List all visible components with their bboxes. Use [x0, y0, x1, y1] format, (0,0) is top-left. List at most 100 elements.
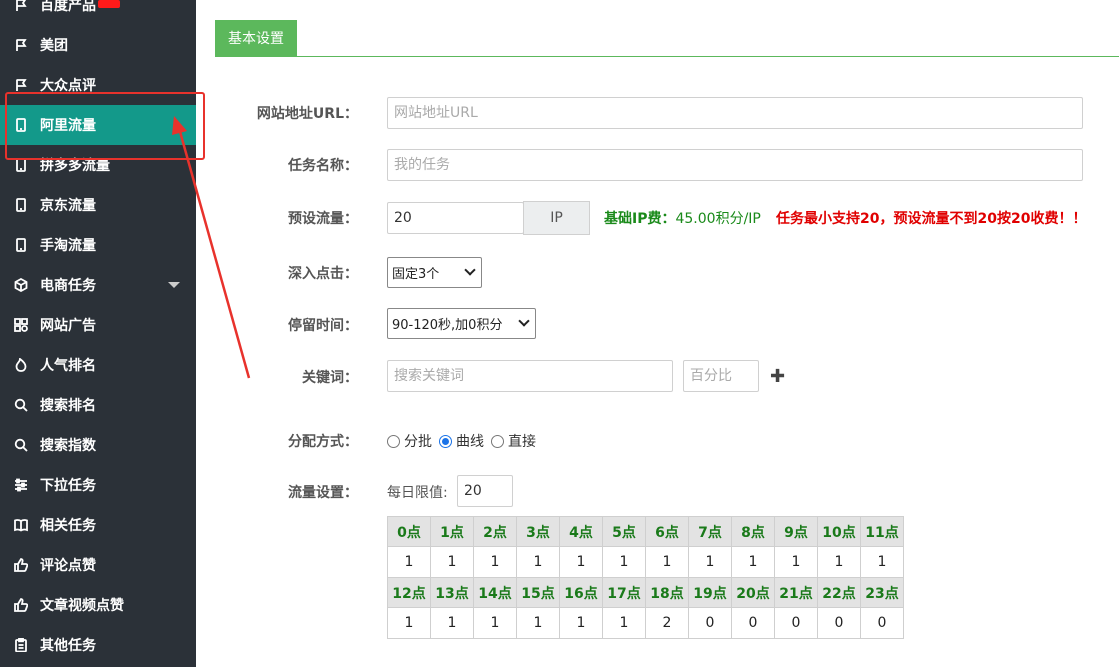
hour-value-cell: 0: [774, 607, 818, 639]
depth-click-select[interactable]: 固定3个: [387, 257, 482, 288]
radio-circle-checked[interactable]: [439, 434, 452, 448]
hourly-traffic-table: 0点 1点 2点 3点 4点 5点 6点 7点 8点 9点 10点 11点 111111111111 …: [387, 516, 904, 639]
keywords-label: 关键词：: [302, 370, 358, 386]
search-icon: [13, 397, 29, 413]
url-input[interactable]: [387, 97, 1083, 129]
depth-click-value: 固定3个: [392, 267, 440, 282]
keyword-input[interactable]: [387, 360, 673, 392]
hour-header-cell: 15点: [516, 577, 560, 608]
sidebar-item-label: 下拉任务: [40, 478, 96, 494]
radio-direct[interactable]: 直接: [491, 431, 536, 451]
hour-header-cell: 18点: [645, 577, 689, 608]
sidebar-item[interactable]: 文章视频点赞: [0, 585, 196, 625]
hour-header-cell: 22点: [817, 577, 861, 608]
hour-value-cell: 0: [860, 607, 904, 639]
search-icon: [13, 437, 29, 453]
hour-value-cell: 1: [516, 607, 560, 639]
hour-value-cell: 1: [602, 546, 646, 578]
hour-header-row: 0点 1点 2点 3点 4点 5点 6点 7点 8点 9点 10点 11点: [387, 516, 904, 547]
book-icon: [13, 517, 29, 533]
base-fee-label: 基础IP费：: [604, 211, 676, 227]
hour-header-cell: 4点: [559, 516, 603, 547]
flag-icon: [13, 37, 29, 53]
stay-time-label: 停留时间：: [288, 318, 358, 334]
radio-batch[interactable]: 分批: [387, 431, 432, 451]
sidebar-item-label: 手淘流量: [40, 238, 96, 254]
hour-header-cell: 23点: [860, 577, 904, 608]
hour-value-cell: 1: [473, 607, 517, 639]
sidebar-item[interactable]: 人气排名: [0, 345, 196, 385]
sidebar-item-label: 大众点评: [40, 78, 96, 94]
hour-value-cell: 1: [602, 607, 646, 639]
sidebar-item-label: 京东流量: [40, 198, 96, 214]
hour-header-cell: 3点: [516, 516, 560, 547]
daily-limit-input[interactable]: [457, 475, 513, 507]
sidebar-item-label: 其他任务: [40, 638, 96, 654]
apps-icon: [13, 317, 29, 333]
thumbs-up-icon: [13, 597, 29, 613]
min-traffic-warning: 任务最小支持20，预设流量不到20按20收费！！: [776, 211, 1087, 227]
sidebar-item[interactable]: 拼多多流量: [0, 145, 196, 185]
tablet-icon: [13, 157, 29, 173]
radio-batch-label: 分批: [404, 434, 432, 450]
base-fee-value: 45.00积分/IP: [675, 211, 761, 227]
radio-circle[interactable]: [491, 434, 504, 448]
sidebar-item[interactable]: 下拉任务: [0, 465, 196, 505]
tab-basic-settings[interactable]: 基本设置: [215, 20, 297, 56]
hour-value-cell: 1: [430, 607, 474, 639]
sidebar-item-label: 人气排名: [40, 358, 96, 374]
hour-header-cell: 7点: [688, 516, 732, 547]
sidebar-item[interactable]: 评论点赞: [0, 545, 196, 585]
tablet-icon: [13, 237, 29, 253]
hour-header-cell: 12点: [387, 577, 431, 608]
hour-header-cell: 19点: [688, 577, 732, 608]
hour-value-cell: 1: [430, 546, 474, 578]
sidebar-item[interactable]: 京东流量: [0, 185, 196, 225]
hour-value-cell: 1: [688, 546, 732, 578]
sidebar-item[interactable]: 搜索指数: [0, 425, 196, 465]
sidebar-item[interactable]: 其他任务: [0, 625, 196, 665]
sidebar-item[interactable]: 手淘流量: [0, 225, 196, 265]
fire-icon: [13, 357, 29, 373]
radio-curve-label: 曲线: [456, 434, 484, 450]
distribution-radio-group: 分批 曲线 直接: [387, 431, 543, 451]
hour-header-cell: 21点: [774, 577, 818, 608]
add-keyword-icon[interactable]: ✚: [770, 366, 785, 387]
hour-value-cell: 1: [860, 546, 904, 578]
hour-header-cell: 10点: [817, 516, 861, 547]
clipboard-icon: [13, 637, 29, 653]
hour-header-cell: 20点: [731, 577, 775, 608]
hour-value-cell: 2: [645, 607, 689, 639]
url-label: 网站地址URL：: [256, 106, 358, 122]
hour-value-row: 111111111111: [387, 546, 904, 578]
task-name-input[interactable]: [387, 149, 1083, 181]
sidebar-item[interactable]: 相关任务: [0, 505, 196, 545]
depth-click-label: 深入点击：: [288, 266, 358, 282]
sidebar-item-label: 文章视频点赞: [40, 598, 124, 614]
hour-header-cell: 17点: [602, 577, 646, 608]
sidebar-item-label: 拼多多流量: [40, 158, 110, 174]
stay-time-select[interactable]: 90-120秒,加0积分: [387, 308, 536, 339]
hour-value-cell: 1: [774, 546, 818, 578]
sidebar-item-label: 百度产品: [40, 0, 96, 14]
sidebar-item-label: 评论点赞: [40, 558, 96, 574]
sidebar-item[interactable]: 网站广告: [0, 305, 196, 345]
tablet-icon: [13, 117, 29, 133]
cube-icon: [13, 277, 29, 293]
sidebar-item[interactable]: 电商任务: [0, 265, 196, 305]
radio-circle[interactable]: [387, 434, 400, 448]
hour-value-cell: 1: [559, 607, 603, 639]
sidebar-item[interactable]: 阿里流量: [0, 105, 196, 145]
traffic-label: 预设流量：: [288, 211, 358, 227]
sidebar-item[interactable]: 大众点评: [0, 65, 196, 105]
sidebar-item[interactable]: 搜索排名: [0, 385, 196, 425]
radio-curve[interactable]: 曲线: [439, 431, 484, 451]
caret-down-icon: [168, 282, 180, 288]
sidebar: 百度产品美团大众点评阿里流量拼多多流量京东流量手淘流量电商任务 网站广告人气排名搜…: [0, 0, 196, 667]
traffic-input[interactable]: [387, 202, 524, 234]
sidebar-item[interactable]: 美团: [0, 25, 196, 65]
traffic-setting-label: 流量设置：: [288, 485, 358, 501]
percent-input[interactable]: [683, 360, 759, 392]
chevron-down-icon: [464, 264, 476, 276]
sidebar-item-label: 相关任务: [40, 518, 96, 534]
